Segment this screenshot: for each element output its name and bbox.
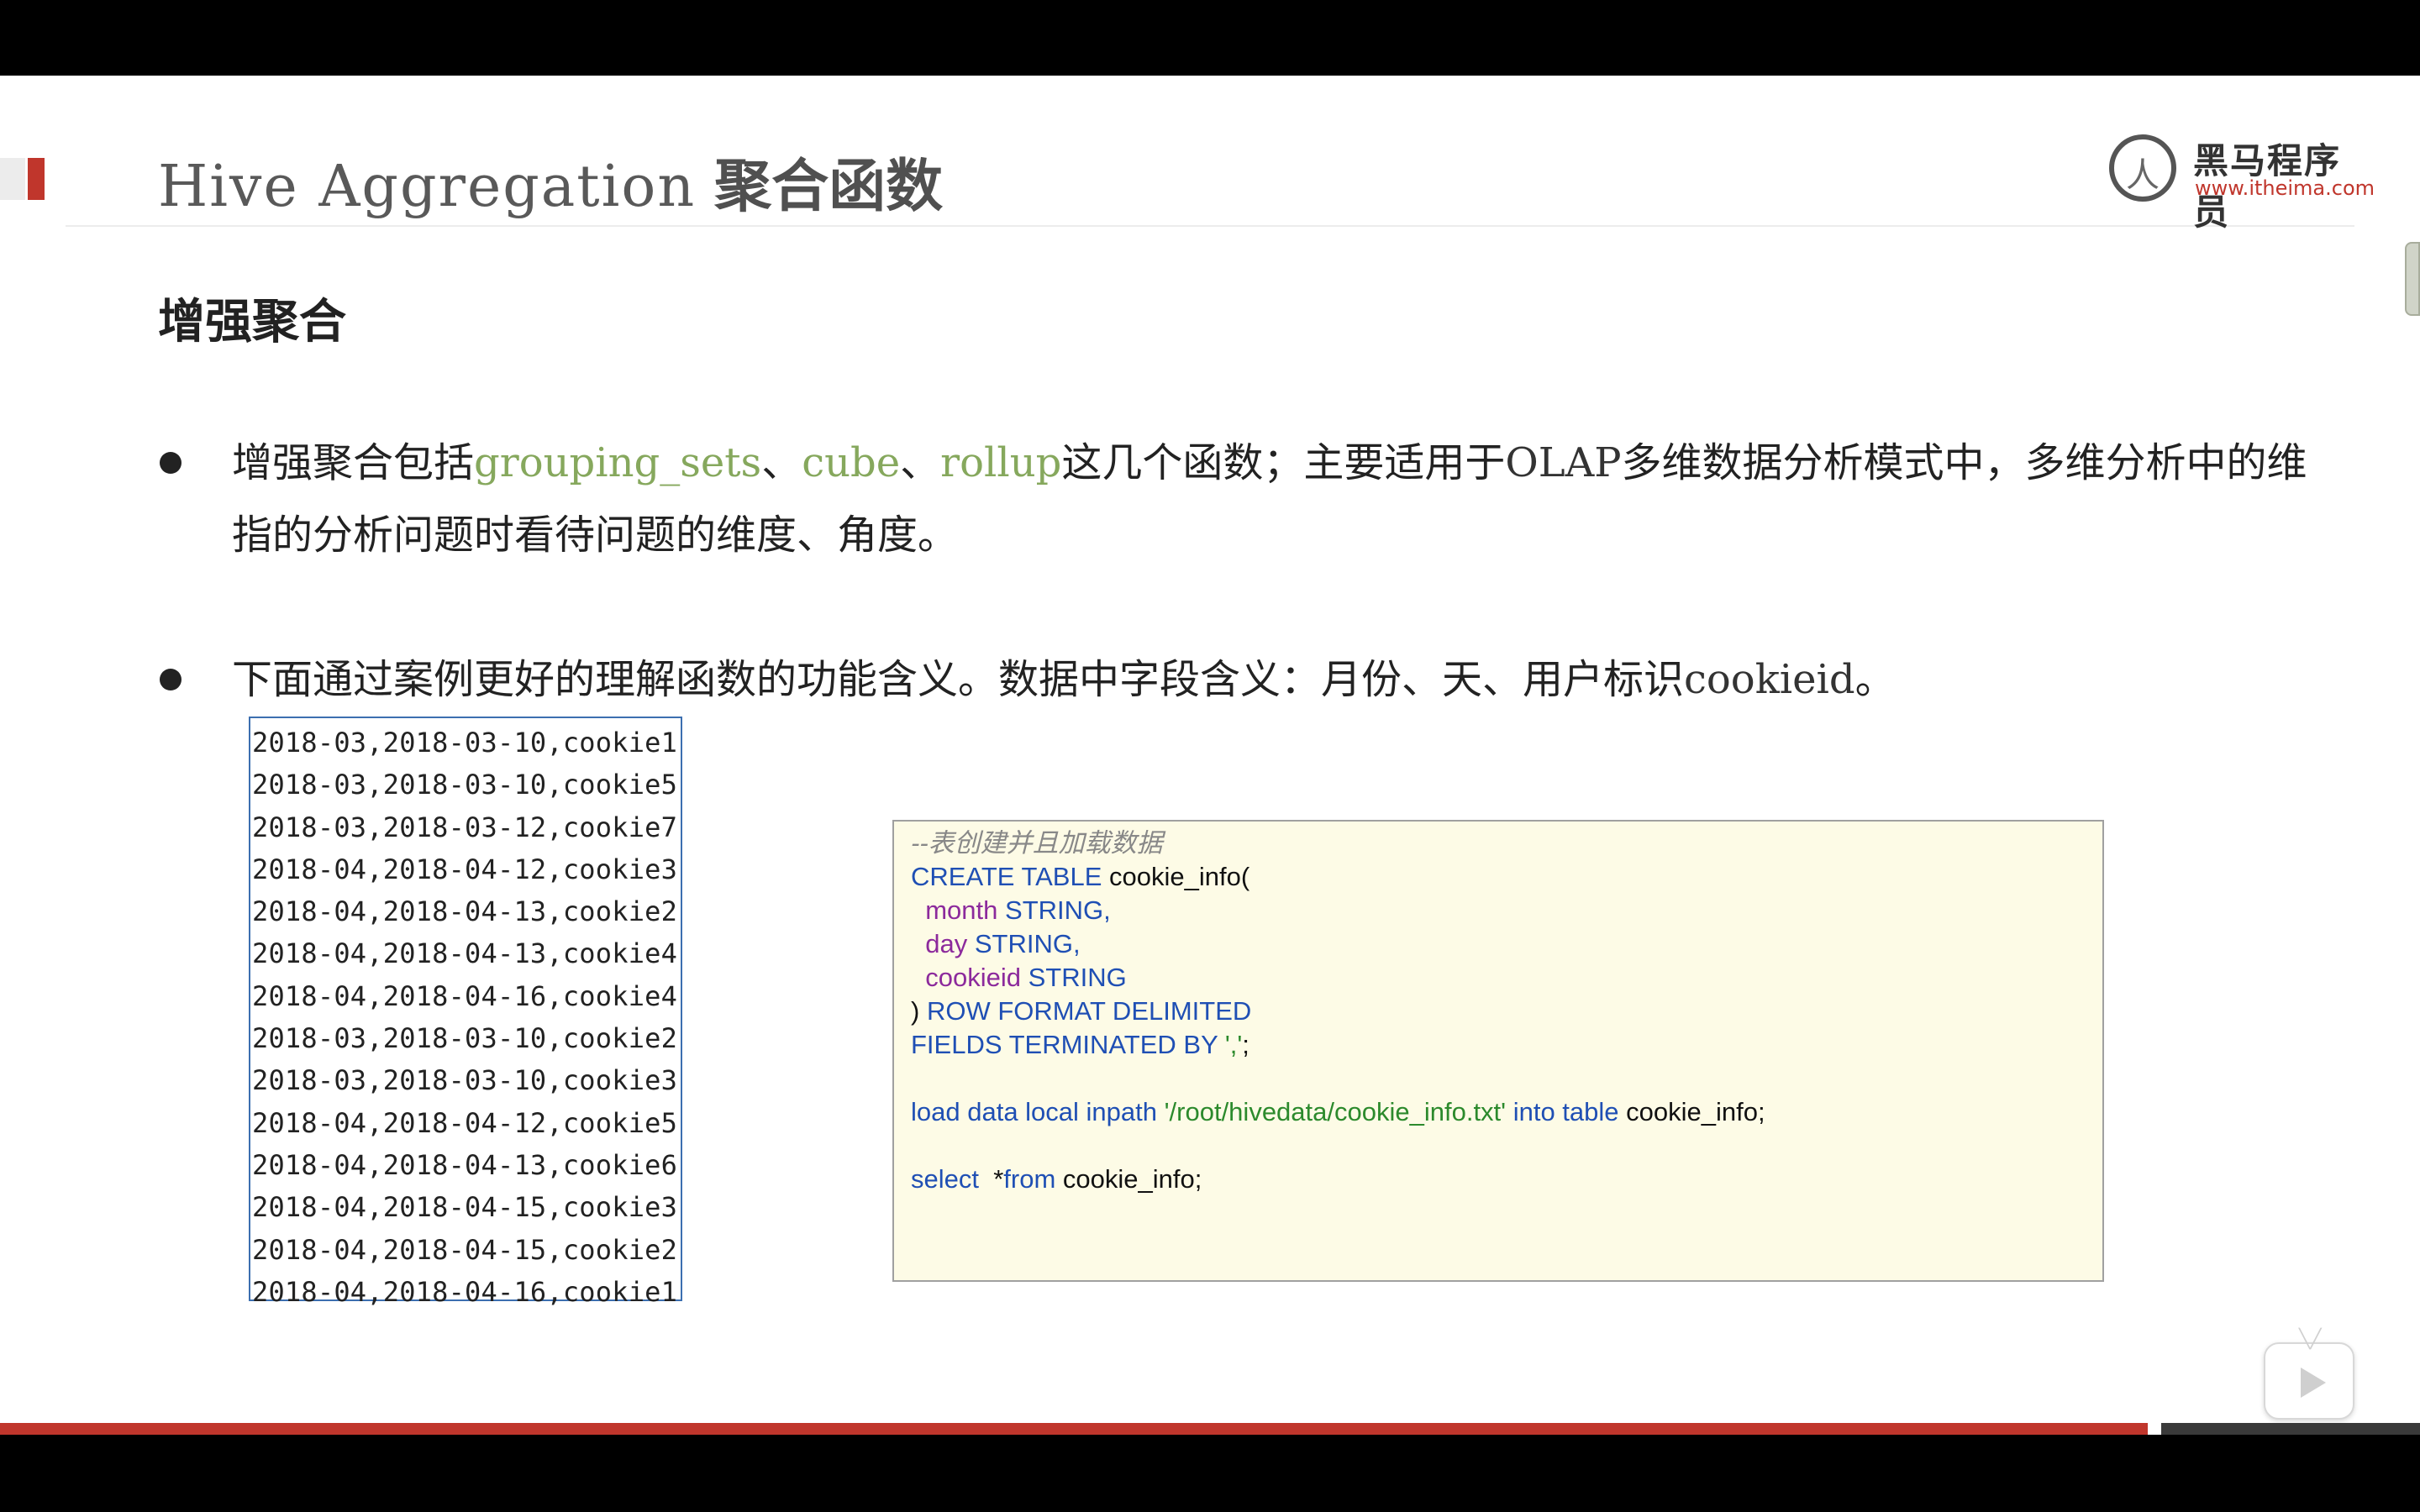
olap-term: OLAP [1505,439,1622,486]
data-row: 2018-03,2018-03-10,cookie5 [252,769,678,801]
bullet-1-text-line2: 指的分析问题时看待问题的维度、角度。 [232,512,959,559]
bullet-1-text-start: 增强聚合包括 [232,439,475,486]
function-rollup: rollup [940,439,1062,486]
data-row: 2018-03,2018-03-10,cookie2 [252,1022,678,1055]
data-row: 2018-04,2018-04-12,cookie3 [252,853,678,885]
bullet-1-text-end: 多维数据分析模式中，多维分析中的维 [1621,439,2307,486]
play-icon [2301,1368,2326,1398]
field-cookieid: cookieid [1684,656,1855,703]
data-row: 2018-03,2018-03-10,cookie3 [252,1064,678,1097]
data-row: 2018-04,2018-04-13,cookie6 [252,1148,678,1181]
sql-select-line: select *from cookie_info; [911,1164,1202,1194]
bullet-1-text-mid: 这几个函数；主要适用于 [1061,439,1506,486]
play-button[interactable]: ╲╱ [2264,1329,2354,1420]
accent-grey-block [0,158,25,200]
sql-blank-line [911,1062,2086,1095]
bullet-dot-icon [160,669,182,690]
sql-blank-line [911,1129,2086,1163]
sql-fields-line: FIELDS TERMINATED BY ','; [911,1030,1249,1059]
separator: 、 [761,439,802,486]
bullet-2-text: 下面通过案例更好的理解函数的功能含义。数据中字段含义：月份、天、用户标识 [232,656,1685,703]
data-row: 2018-03,2018-03-12,cookie7 [252,811,678,843]
video-letterbox-top [0,0,2420,76]
slide: Hive Aggregation 聚合函数 人 黑马程序员 www.itheima… [0,76,2420,1435]
sql-comment: --表创建并且加载数据 [911,828,1163,858]
sample-data-box: 2018-03,2018-03-10,cookie1 2018-03,2018-… [249,717,682,1308]
data-row: 2018-04,2018-04-16,cookie4 [252,979,678,1012]
footer-red-bar [0,1423,2148,1435]
footer-dark-bar [2161,1423,2420,1435]
bullet-text-1: 增强聚合包括grouping_sets、cube、rollup这几个函数；主要适… [232,427,2400,571]
separator: 、 [900,439,941,486]
accent-red-block [28,158,45,200]
sql-load-line: load data local inpath '/root/hivedata/c… [911,1097,1765,1126]
data-row: 2018-04,2018-04-15,cookie3 [252,1191,678,1224]
data-row: 2018-04,2018-04-13,cookie2 [252,895,678,928]
bullet-text-2: 下面通过案例更好的理解函数的功能含义。数据中字段含义：月份、天、用户标识cook… [232,643,2400,716]
sql-create-line: CREATE TABLE cookie_info( [911,862,1250,891]
data-row: 2018-04,2018-04-15,cookie2 [252,1233,678,1266]
bullet-dot-icon [160,452,182,474]
function-grouping-sets: grouping_sets [474,439,762,486]
video-letterbox-bottom [0,1435,2420,1512]
slide-title: Hive Aggregation 聚合函数 [158,139,943,223]
slide-title-chinese: 聚合函数 [714,154,944,220]
title-divider [66,225,2354,227]
side-panel-handle[interactable] [2405,242,2420,316]
brand-logo: 人 黑马程序员 www.itheima.com [2109,128,2375,233]
data-row: 2018-04,2018-04-13,cookie4 [252,937,678,970]
slide-title-english: Hive Aggregation [158,154,697,220]
data-row: 2018-03,2018-03-10,cookie1 [252,727,678,759]
bullet-2-period: 。 [1854,656,1896,703]
section-heading: 增强聚合 [158,295,346,349]
tv-antenna-icon: ╲╱ [2299,1329,2322,1350]
sql-column-day: day STRING, [925,929,1081,958]
footer-gap [2148,1423,2161,1435]
sql-column-month: month STRING, [925,895,1111,925]
data-row: 2018-04,2018-04-12,cookie5 [252,1106,678,1139]
sql-column-cookieid: cookieid STRING [925,963,1127,992]
logo-emblem-icon: 人 [2109,134,2176,202]
sql-code-box: --表创建并且加载数据 CREATE TABLE cookie_info( mo… [892,820,2104,1282]
sql-row-format-line: ) ROW FORMAT DELIMITED [911,996,1252,1026]
logo-url: www.itheima.com [2195,176,2375,200]
function-cube: cube [802,439,901,486]
data-row: 2018-04,2018-04-16,cookie1 [252,1275,678,1308]
